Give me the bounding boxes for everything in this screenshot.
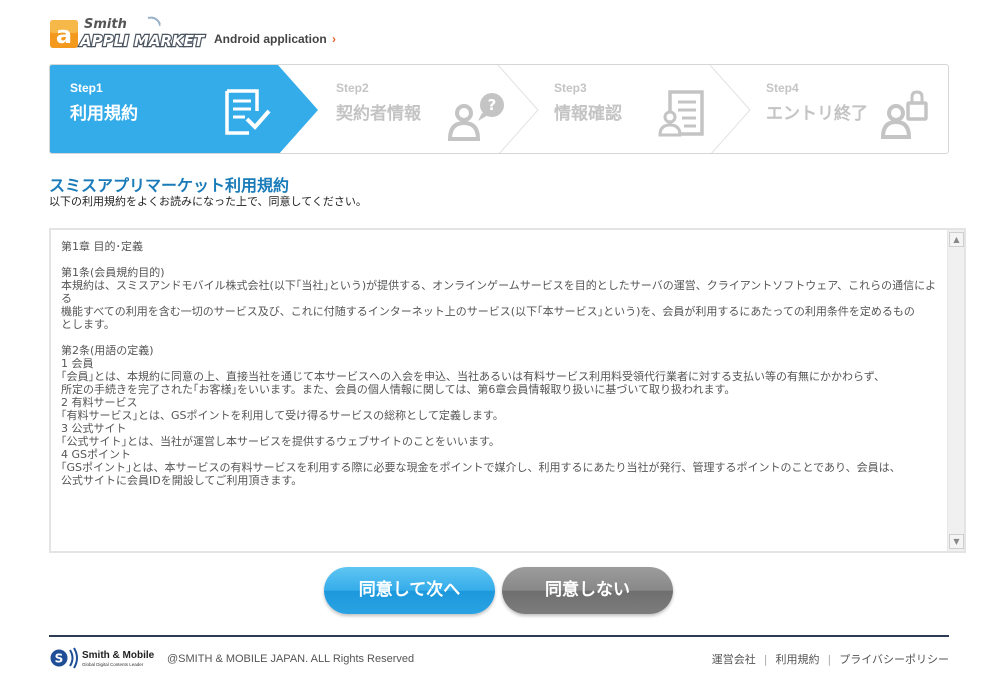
svg-text:APPLI MARKET: APPLI MARKET (79, 32, 206, 50)
step-label: 情報確認 (554, 104, 622, 124)
page-instructions: 以下の利用規約をよくお読みになった上で、同意してください。 (49, 195, 367, 208)
step-label: 契約者情報 (336, 104, 421, 124)
copyright: @SMITH & MOBILE JAPAN. ALL Rights Reserv… (167, 653, 415, 665)
terms-chapter: 第1章 目的･定義 (61, 240, 143, 253)
footer-link-terms[interactable]: 利用規約 (776, 653, 820, 666)
user-question-icon: ? (447, 93, 504, 141)
agree-next-button[interactable]: 同意して次へ (324, 567, 495, 614)
smith-mobile-logo[interactable]: S Smith & Mobile Global Digital Contents… (50, 646, 154, 670)
footer-divider (49, 635, 949, 637)
terms-definition-body: ｢GSポイント｣とは、本サービスの有料サービスを利用する際に必要な現金をポイント… (61, 461, 901, 487)
footer-link-privacy[interactable]: プライバシーポリシー (839, 653, 949, 666)
terms-definition-body: ｢公式サイト｣とは、当社が運営し本サービスを提供するウェブサイトのことをいいます… (61, 435, 500, 448)
svg-text:Smith: Smith (84, 17, 127, 32)
terms-definition-title: 4 GSポイント (61, 448, 132, 461)
step-number: Step3 (554, 81, 587, 95)
user-lock-icon (880, 90, 928, 139)
svg-text:a: a (56, 21, 72, 49)
svg-text:?: ? (488, 96, 497, 114)
terms-definition-title: 1 会員 (61, 357, 94, 370)
terms-scrollbar[interactable]: ▲ ▼ (947, 230, 964, 551)
svg-text:Global Digital Contents Leader: Global Digital Contents Leader (82, 662, 144, 667)
user-document-icon (658, 90, 704, 137)
svg-text:S: S (55, 652, 64, 666)
document-check-icon (225, 89, 271, 135)
step-2: Step2 契約者情報 ? (318, 65, 538, 153)
terms-textarea[interactable]: 第1章 目的･定義 第1条(会員規約目的) 本規約は、スミスアンドモバイル株式会… (49, 228, 966, 553)
footer-links: 運営会社 | 利用規約 | プライバシーポリシー (711, 653, 949, 666)
terms-article-title: 第2条(用語の定義) (61, 344, 154, 357)
footer-link-company[interactable]: 運営会社 (712, 653, 756, 666)
svg-text:Smith & Mobile: Smith & Mobile (82, 650, 154, 661)
terms-article-body: 本規約は、スミスアンドモバイル株式会社(以下｢当社｣という)が提供する、オンライ… (61, 279, 937, 331)
terms-definition-body: ｢会員｣とは、本規約に同意の上、直接当社を通じて本サービスへの入会を申込、当社あ… (61, 370, 886, 396)
terms-definition-body: ｢有料サービス｣とは、GSポイントを利用して受け得るサービスの総称として定義しま… (61, 409, 504, 422)
appli-market-logo[interactable]: a Smith APPLI MARKET (50, 14, 208, 50)
scroll-down-icon[interactable]: ▼ (949, 534, 964, 549)
step-number: Step2 (336, 81, 369, 95)
terms-definition-title: 3 公式サイト (61, 422, 127, 435)
step-3: Step3 情報確認 (538, 65, 750, 153)
header-subtitle: Android application › (214, 32, 337, 46)
step-label: エントリ終了 (766, 104, 868, 124)
header: a Smith APPLI MARKET Android application… (50, 14, 950, 50)
terms-content: 第1章 目的･定義 第1条(会員規約目的) 本規約は、スミスアンドモバイル株式会… (61, 240, 942, 545)
scroll-up-icon[interactable]: ▲ (949, 232, 964, 247)
step-progress-bar: Step1 利用規約 Step2 契約者情報 ? Step3 情報確認 Step… (49, 64, 949, 154)
terms-article-title: 第1条(会員規約目的) (61, 266, 165, 279)
step-number: Step1 (70, 81, 103, 95)
arrow-right-icon: › (332, 32, 337, 46)
step-number: Step4 (766, 81, 799, 95)
step-label: 利用規約 (70, 104, 138, 124)
step-4: Step4 エントリ終了 (750, 65, 948, 153)
disagree-button[interactable]: 同意しない (502, 567, 673, 614)
step-1: Step1 利用規約 (50, 65, 318, 153)
terms-definition-title: 2 有料サービス (61, 396, 138, 409)
